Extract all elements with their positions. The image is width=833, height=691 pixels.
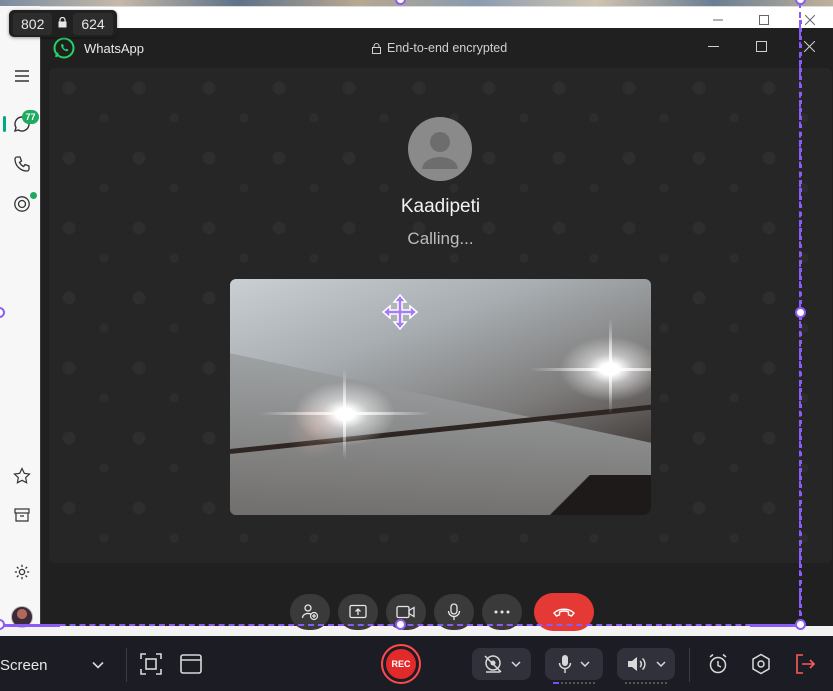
add-participant-button[interactable] [290, 594, 330, 630]
resize-handle-bottom-right[interactable] [795, 619, 806, 630]
encryption-notice: End-to-end encrypted [372, 41, 507, 55]
microphone-icon [558, 655, 572, 673]
more-options-button[interactable] [482, 594, 522, 630]
recorder-toolbar: Screen REC [0, 636, 833, 691]
chevron-down-icon [510, 661, 521, 667]
self-video-preview [230, 279, 651, 515]
settings-icon [14, 564, 30, 580]
webcam-toggle[interactable] [472, 648, 531, 680]
record-label: REC [386, 649, 416, 679]
microphone-toggle[interactable] [545, 648, 603, 684]
starred-button[interactable] [10, 464, 34, 488]
record-button[interactable]: REC [381, 644, 421, 684]
call-window-controls [689, 32, 833, 60]
minimize-icon [707, 45, 719, 47]
mute-button[interactable] [434, 594, 474, 630]
whatsapp-call-window: WhatsApp End-to-end encrypted Kaadipeti … [40, 28, 833, 631]
region-width-value[interactable]: 802 [13, 12, 53, 35]
more-icon [494, 610, 510, 614]
aspect-lock-button[interactable] [58, 16, 67, 31]
maximize-icon [755, 40, 767, 52]
close-icon [805, 15, 815, 25]
encryption-text: End-to-end encrypted [387, 41, 508, 55]
region-select-icon [140, 653, 162, 675]
move-region-icon[interactable] [381, 293, 419, 331]
window-select-button[interactable] [178, 651, 204, 677]
recorder-settings-button[interactable] [748, 651, 774, 677]
settings-button[interactable] [10, 560, 34, 584]
callee-name: Kaadipeti [400, 196, 481, 217]
video-toggle-button[interactable] [386, 594, 426, 630]
schedule-recording-button[interactable] [705, 651, 731, 677]
starred-icon [13, 467, 31, 484]
capture-source-select[interactable]: Screen [0, 650, 114, 680]
chevron-down-icon [656, 661, 666, 667]
calls-icon [14, 156, 30, 172]
menu-icon [15, 70, 29, 82]
minimize-icon [713, 19, 723, 21]
whatsapp-nav-rail: 77 [0, 6, 40, 628]
alarm-clock-icon [709, 653, 727, 674]
archive-icon [14, 508, 30, 522]
unread-badge: 77 [22, 110, 39, 124]
desktop: 77 WhatsApp End-to-end encrypted Kaadipe… [0, 0, 833, 691]
share-screen-icon [349, 604, 367, 619]
call-status: Calling... [407, 229, 474, 248]
close-icon [803, 40, 815, 52]
exit-icon [796, 654, 816, 674]
region-size-panel: 802 624 [9, 10, 117, 37]
maximize-icon [759, 15, 769, 25]
webcam-off-icon [483, 655, 502, 673]
video-camera-icon [396, 605, 415, 619]
capture-source-label: Screen [0, 656, 48, 674]
call-stage: Kaadipeti Calling... [49, 68, 832, 563]
resize-handle-right[interactable] [795, 307, 806, 318]
speaker-toggle[interactable] [617, 648, 675, 684]
speaker-level-meter [625, 682, 667, 684]
lock-icon [372, 42, 381, 54]
capture-region-right-edge[interactable] [799, 20, 802, 620]
status-new-dot [30, 192, 37, 199]
microphone-level-meter [553, 682, 595, 684]
call-titlebar: WhatsApp End-to-end encrypted [41, 28, 833, 68]
chevron-down-icon [580, 661, 590, 667]
resize-handle-bottom[interactable] [395, 619, 406, 630]
archive-button[interactable] [10, 503, 34, 527]
microphone-icon [447, 603, 461, 620]
whatsapp-logo-icon [53, 37, 75, 59]
call-minimize-button[interactable] [689, 32, 737, 60]
settings-icon [752, 653, 770, 675]
call-maximize-button[interactable] [737, 32, 785, 60]
callee-avatar [408, 117, 472, 181]
status-icon [14, 196, 30, 212]
window-select-icon [180, 654, 202, 674]
lock-icon [58, 16, 67, 27]
chevron-down-icon [92, 661, 104, 669]
app-name: WhatsApp [84, 41, 144, 56]
call-controls [290, 593, 594, 631]
end-call-icon [553, 608, 575, 617]
add-participant-icon [301, 604, 319, 621]
capture-region-bottom-left-edge [0, 624, 60, 627]
end-call-button[interactable] [534, 593, 594, 631]
calls-button[interactable] [10, 152, 34, 176]
default-person-icon [422, 132, 458, 169]
share-screen-button[interactable] [338, 594, 378, 630]
menu-button[interactable] [10, 64, 34, 88]
call-close-button[interactable] [785, 32, 833, 60]
active-indicator [3, 116, 6, 132]
exit-recorder-button[interactable] [792, 651, 818, 677]
speaker-icon [628, 657, 646, 671]
region-height-value[interactable]: 624 [73, 12, 113, 35]
region-select-button[interactable] [138, 651, 164, 677]
